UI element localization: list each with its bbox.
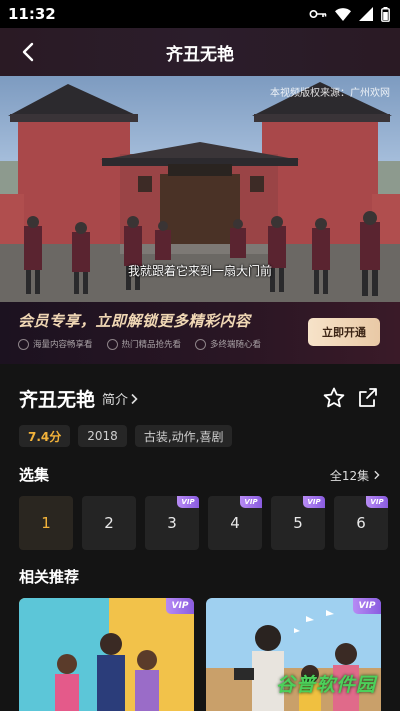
perk-icon — [195, 338, 207, 350]
vip-badge: VIP — [366, 496, 388, 508]
episodes-all-link[interactable]: 全12集 — [330, 467, 380, 484]
page-title: 齐丑无艳 — [166, 44, 234, 65]
episodes-all-label: 全12集 — [329, 469, 370, 483]
vip-banner: 会员专享，立即解锁更多精彩内容 海量内容畅享看 热门精品抢先看 多终端随心看 立… — [0, 302, 400, 364]
vip-perks: 海量内容畅享看 热门精品抢先看 多终端随心看 — [18, 338, 261, 350]
star-icon[interactable] — [322, 386, 346, 410]
show-title: 齐丑无艳 — [19, 389, 96, 411]
episode-button[interactable]: 1 — [19, 496, 73, 550]
watermark: 谷普软件园 — [276, 674, 377, 696]
vip-perk-label: 海量内容畅享看 — [33, 340, 93, 350]
vip-badge: VIP — [166, 598, 194, 614]
status-bar: 11:32 — [0, 0, 400, 28]
vip-badge: VIP — [240, 496, 262, 508]
perk-icon — [106, 338, 118, 350]
rating-badge: 7.4分 — [19, 425, 71, 447]
intro-label: 简介 — [102, 393, 129, 408]
vip-perk-label: 多终端随心看 — [210, 340, 262, 350]
episodes-title: 选集 — [19, 466, 50, 484]
battery-icon — [381, 6, 390, 22]
chevron-left-icon — [22, 42, 34, 62]
tag-list: 7.4分 2018 古装,动作,喜剧 — [19, 425, 233, 447]
episode-number: 6 — [356, 514, 366, 532]
chevron-right-icon — [131, 393, 138, 404]
recommendations-title: 相关推荐 — [19, 568, 80, 586]
vip-badge: VIP — [353, 598, 381, 614]
poster-image — [19, 598, 194, 711]
nav-bar: 齐丑无艳 — [0, 28, 400, 76]
intro-link[interactable]: 简介 — [102, 389, 138, 408]
share-icon[interactable] — [356, 386, 380, 410]
episode-number: 1 — [41, 514, 51, 532]
recommendation-card[interactable]: VIP — [19, 598, 194, 711]
perk-icon — [18, 338, 29, 350]
episode-grid: 1 2 3 VIP 4 VIP 5 VIP 6 VIP — [19, 496, 388, 550]
year-tag: 2018 — [78, 425, 127, 447]
vip-badge: VIP — [177, 496, 199, 508]
episode-button[interactable]: 4 VIP — [208, 496, 262, 550]
episode-button[interactable]: 6 VIP — [334, 496, 388, 550]
key-icon — [309, 9, 327, 19]
copyright-badge: 本视频版权来源：广州欢网 — [270, 88, 390, 99]
vip-headline: 会员专享，立即解锁更多精彩内容 — [18, 312, 251, 330]
episode-number: 3 — [167, 514, 177, 532]
vip-perk: 多终端随心看 — [195, 338, 261, 350]
episode-number: 5 — [293, 514, 303, 532]
vip-subscribe-button[interactable]: 立即开通 — [308, 318, 380, 346]
back-button[interactable] — [14, 38, 42, 66]
status-time: 11:32 — [8, 5, 56, 23]
vip-perk: 海量内容畅享看 — [18, 338, 93, 350]
genre-tag: 古装,动作,喜剧 — [134, 425, 233, 447]
signal-icon — [359, 7, 373, 21]
status-icons — [309, 6, 390, 22]
episode-number: 2 — [104, 514, 114, 532]
vip-badge: VIP — [303, 496, 325, 508]
chevron-right-icon — [374, 470, 380, 480]
episode-button[interactable]: 5 VIP — [271, 496, 325, 550]
episode-button[interactable]: 2 — [82, 496, 136, 550]
episode-button[interactable]: 3 VIP — [145, 496, 199, 550]
episode-number: 4 — [230, 514, 240, 532]
video-subtitle: 我就跟着它来到一扇大门前 — [127, 264, 272, 278]
vip-perk: 热门精品抢先看 — [106, 338, 182, 350]
wifi-icon — [335, 7, 351, 21]
video-player[interactable]: 本视频版权来源：广州欢网 我就跟着它来到一扇大门前 — [0, 76, 400, 302]
vip-perk-label: 热门精品抢先看 — [121, 340, 182, 350]
